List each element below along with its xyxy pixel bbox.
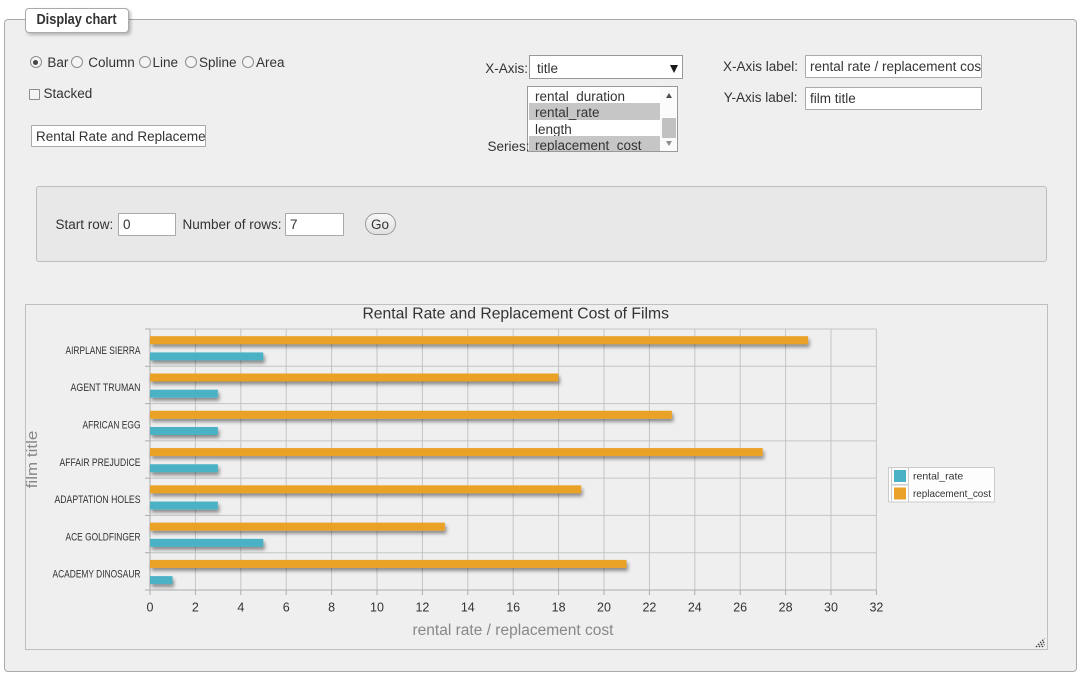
svg-text:28: 28 bbox=[779, 601, 793, 615]
svg-text:AIRPLANE SIERRA: AIRPLANE SIERRA bbox=[66, 345, 142, 357]
svg-text:film title: film title bbox=[25, 431, 41, 489]
svg-text:rental rate / replacement cost: rental rate / replacement cost bbox=[413, 622, 615, 639]
svg-text:replacement_cost: replacement_cost bbox=[913, 488, 991, 500]
svg-text:6: 6 bbox=[283, 601, 290, 615]
svg-text:20: 20 bbox=[597, 601, 611, 615]
svg-text:4: 4 bbox=[237, 601, 244, 615]
svg-text:ACADEMY DINOSAUR: ACADEMY DINOSAUR bbox=[53, 569, 141, 581]
svg-text:30: 30 bbox=[824, 601, 838, 615]
svg-text:14: 14 bbox=[461, 601, 475, 615]
svg-text:8: 8 bbox=[328, 601, 335, 615]
svg-text:24: 24 bbox=[688, 601, 702, 615]
svg-text:ACE GOLDFINGER: ACE GOLDFINGER bbox=[66, 531, 141, 543]
svg-text:32: 32 bbox=[869, 601, 883, 615]
svg-text:26: 26 bbox=[733, 601, 747, 615]
svg-text:12: 12 bbox=[415, 601, 429, 615]
svg-text:18: 18 bbox=[552, 601, 566, 615]
svg-text:AFRICAN EGG: AFRICAN EGG bbox=[83, 420, 141, 432]
svg-text:ADAPTATION HOLES: ADAPTATION HOLES bbox=[55, 494, 141, 506]
svg-text:10: 10 bbox=[370, 601, 384, 615]
svg-text:Rental Rate and Replacement Co: Rental Rate and Replacement Cost of Film… bbox=[362, 306, 669, 323]
svg-text:22: 22 bbox=[642, 601, 656, 615]
svg-text:rental_rate: rental_rate bbox=[913, 471, 963, 483]
svg-text:16: 16 bbox=[506, 601, 520, 615]
svg-text:AFFAIR PREJUDICE: AFFAIR PREJUDICE bbox=[60, 457, 141, 469]
svg-text:0: 0 bbox=[147, 601, 154, 615]
svg-text:AGENT TRUMAN: AGENT TRUMAN bbox=[71, 382, 141, 394]
svg-text:2: 2 bbox=[192, 601, 199, 615]
